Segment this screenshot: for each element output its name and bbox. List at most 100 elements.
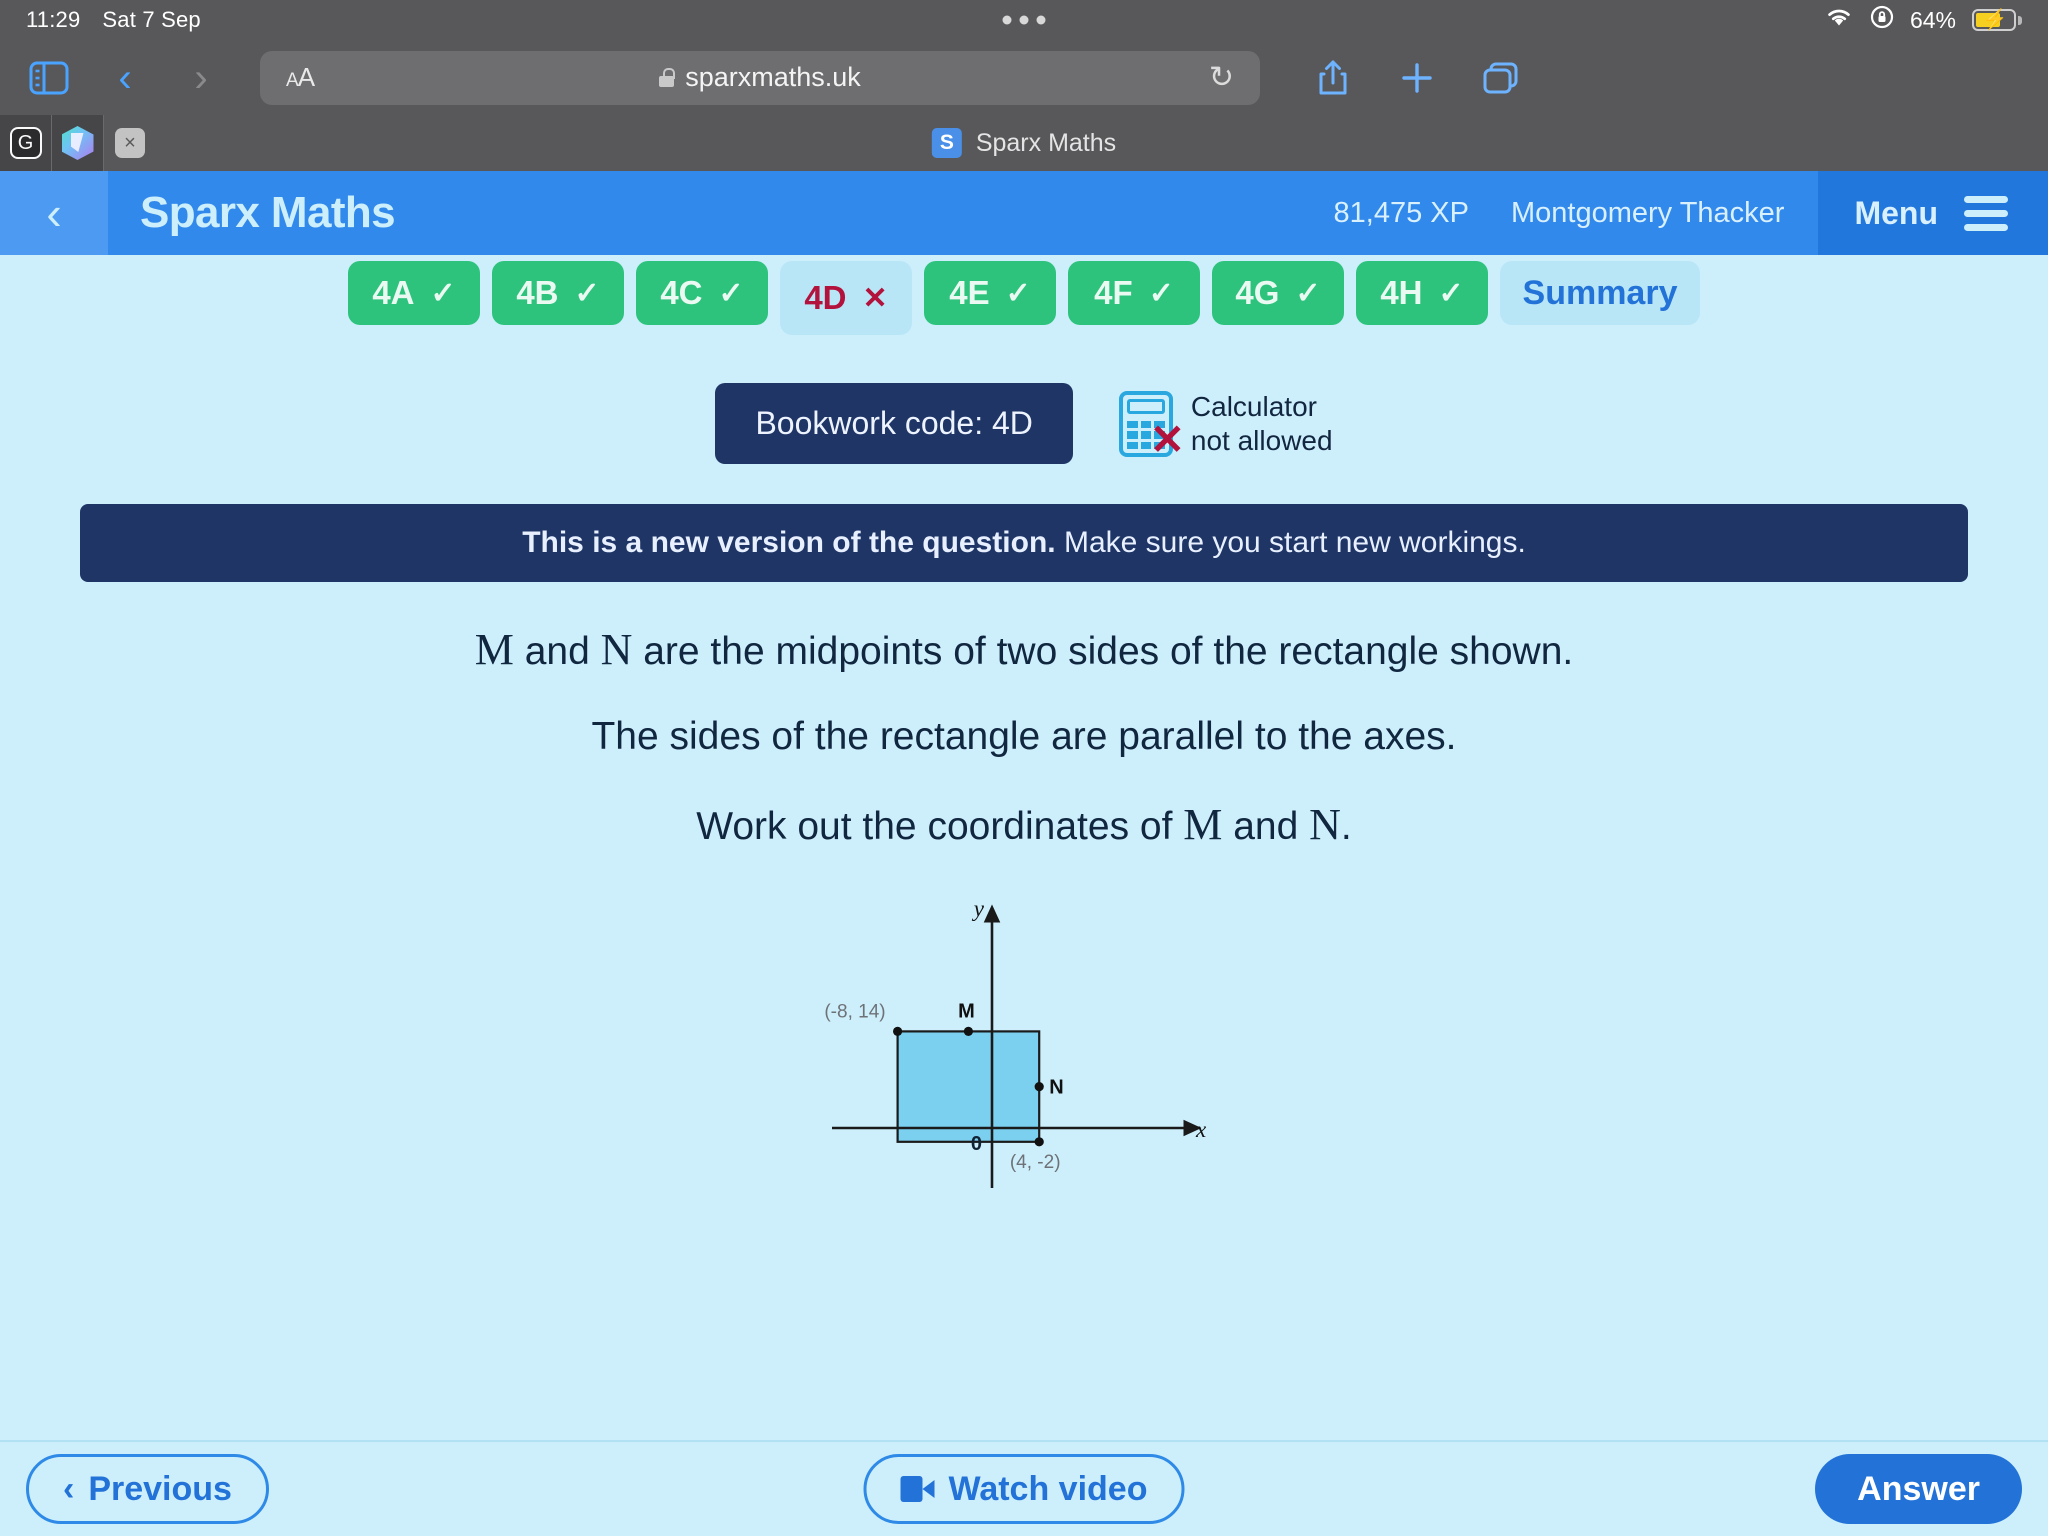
chevron-left-icon-prev: ‹ [63, 1469, 75, 1508]
task-pill-label: 4B [516, 274, 559, 311]
line1-b: and [513, 630, 601, 673]
line3-a: Work out the coordinates of [696, 805, 1184, 849]
graph-point-label: M [958, 1000, 975, 1022]
reload-icon[interactable]: ↻ [1209, 60, 1234, 95]
task-pill-label: 4E [949, 274, 990, 311]
graph-point [1034, 1136, 1044, 1147]
bookwork-code-badge: Bookwork code: 4D [715, 383, 1073, 464]
forward-icon[interactable]: › [176, 54, 226, 102]
status-time: 11:29 [26, 7, 81, 32]
question-text: M and N are the midpoints of two sides o… [0, 625, 2048, 850]
wifi-icon [1824, 6, 1854, 34]
app-header-right: 81,475 XP Montgomery Thacker Menu [1334, 171, 2048, 255]
calculator-line-2: not allowed [1190, 424, 1333, 456]
video-camera-icon [900, 1476, 935, 1502]
cross-icon: ✕ [862, 281, 888, 315]
task-pill-label: 4C [660, 274, 703, 311]
menu-label: Menu [1854, 194, 1938, 231]
var-m-2: M [1183, 800, 1223, 850]
app-back-button[interactable]: ‹ [0, 171, 108, 255]
rotation-lock-icon [1870, 5, 1894, 35]
task-pill-label: 4D [804, 279, 847, 316]
watch-video-button[interactable]: Watch video [863, 1454, 1185, 1524]
line3-e: . [1340, 805, 1352, 849]
text-size-icon[interactable]: AAAA [286, 62, 315, 93]
check-icon: ✓ [718, 276, 744, 310]
share-icon[interactable] [1308, 54, 1358, 102]
check-icon: ✓ [1295, 276, 1321, 310]
task-pill-summary[interactable]: Summary [1500, 261, 1700, 325]
task-pill-label: 4A [372, 274, 415, 311]
graph-point [1034, 1081, 1044, 1091]
app-title: Sparx Maths [140, 188, 396, 237]
check-icon: ✓ [1005, 276, 1031, 310]
graph-svg: x y 0 (-8, 14) (4, -2) M N [824, 896, 1207, 1188]
tab-favicon-hex[interactable] [52, 115, 104, 171]
close-tab-button[interactable]: × [104, 115, 156, 171]
tab-title-text: Sparx Maths [975, 128, 1117, 157]
rectangle-shape [896, 1029, 1041, 1143]
answer-button[interactable]: Answer [1815, 1454, 2022, 1524]
calculator-status: ✕ Calculator not allowed [1118, 390, 1333, 460]
task-pill-4g[interactable]: 4G ✓ [1212, 261, 1344, 325]
line1-d: are the midpoints of two sides of the re… [632, 630, 1574, 673]
address-bar[interactable]: AAAA sparxmaths.uk ↻ [260, 50, 1260, 105]
task-pill-4f[interactable]: 4F ✓ [1068, 261, 1200, 325]
lock-icon [659, 68, 675, 87]
tab-favicon-g[interactable]: G [0, 115, 52, 171]
question-line-3: Work out the coordinates of M and N. [0, 801, 2048, 849]
task-pill-4a[interactable]: 4A ✓ [348, 261, 480, 325]
multitask-dots[interactable] [1002, 15, 1046, 25]
url-text: sparxmaths.uk [685, 62, 861, 92]
task-pill-label: 4F [1094, 274, 1133, 311]
var-n-2: N [1309, 800, 1341, 850]
calculator-line-1: Calculator [1190, 391, 1317, 423]
google-favicon-icon: G [9, 127, 42, 159]
tab-strip: G × S Sparx Maths [0, 115, 2048, 171]
previous-label: Previous [88, 1469, 232, 1508]
status-right-group: 64% ⚡ [1824, 5, 2022, 35]
hamburger-icon [1964, 195, 2008, 231]
menu-button[interactable]: Menu [1818, 171, 2048, 255]
user-name: Montgomery Thacker [1510, 196, 1785, 229]
line3-c: and [1222, 805, 1310, 849]
graph-point-label: (4, -2) [1010, 1151, 1061, 1172]
graph-point-label: N [1049, 1076, 1063, 1098]
question-line-2: The sides of the rectangle are parallel … [591, 715, 1457, 759]
var-m-1: M [474, 625, 514, 674]
bottom-action-bar: ‹ Previous Watch video Answer [0, 1440, 2048, 1536]
active-tab-title[interactable]: S Sparx Maths [931, 128, 1117, 158]
app-header: ‹ Sparx Maths 81,475 XP Montgomery Thack… [0, 171, 2048, 255]
task-pill-4b[interactable]: 4B ✓ [492, 261, 624, 325]
task-pill-4e[interactable]: 4E ✓ [924, 261, 1056, 325]
coordinate-diagram: x y 0 (-8, 14) (4, -2) M N [814, 892, 1234, 1192]
check-icon: ✓ [1438, 276, 1464, 310]
question-meta-row: Bookwork code: 4D ✕ Calculator not allow… [0, 383, 2048, 464]
back-icon[interactable]: ‹ [100, 54, 150, 102]
close-icon: × [115, 128, 145, 158]
task-pill-row: 4A ✓ 4B ✓ 4C ✓ 4D ✕ 4E ✓ 4F ✓ 4G ✓ 4H ✓ Summary [0, 255, 2048, 335]
coordinate-diagram-wrapper: x y 0 (-8, 14) (4, -2) M N [0, 892, 2048, 1192]
question-page: 4A ✓ 4B ✓ 4C ✓ 4D ✕ 4E ✓ 4F ✓ 4G ✓ 4H ✓ Summary Bookwork… [0, 255, 2048, 1536]
calculator-not-allowed-icon: ✕ [1118, 390, 1185, 460]
status-date: Sat 7 Sep [102, 7, 201, 32]
battery-percent: 64% [1909, 6, 1956, 33]
status-left-group: 11:29 Sat 7 Sep [26, 7, 201, 33]
sidebar-toggle-icon[interactable] [24, 54, 74, 102]
url-display: sparxmaths.uk [659, 62, 861, 93]
check-icon: ✓ [430, 276, 456, 310]
xp-counter: 81,475 XP [1333, 196, 1469, 229]
previous-button[interactable]: ‹ Previous [26, 1454, 269, 1524]
new-tab-icon[interactable] [1392, 54, 1442, 102]
chevron-left-icon: ‹ [46, 187, 62, 239]
calculator-text: Calculator not allowed [1191, 390, 1333, 456]
task-pill-4d[interactable]: 4D ✕ [780, 261, 912, 335]
sparx-favicon-icon: S [931, 128, 962, 158]
graph-point [963, 1026, 973, 1036]
tab-overview-icon[interactable] [1476, 54, 1526, 102]
check-icon: ✓ [574, 276, 600, 310]
var-n-1: N [600, 625, 633, 674]
task-pill-4c[interactable]: 4C ✓ [636, 261, 768, 325]
task-pill-4h[interactable]: 4H ✓ [1356, 261, 1488, 325]
notice-bold-text: This is a new version of the question. [522, 526, 1056, 559]
